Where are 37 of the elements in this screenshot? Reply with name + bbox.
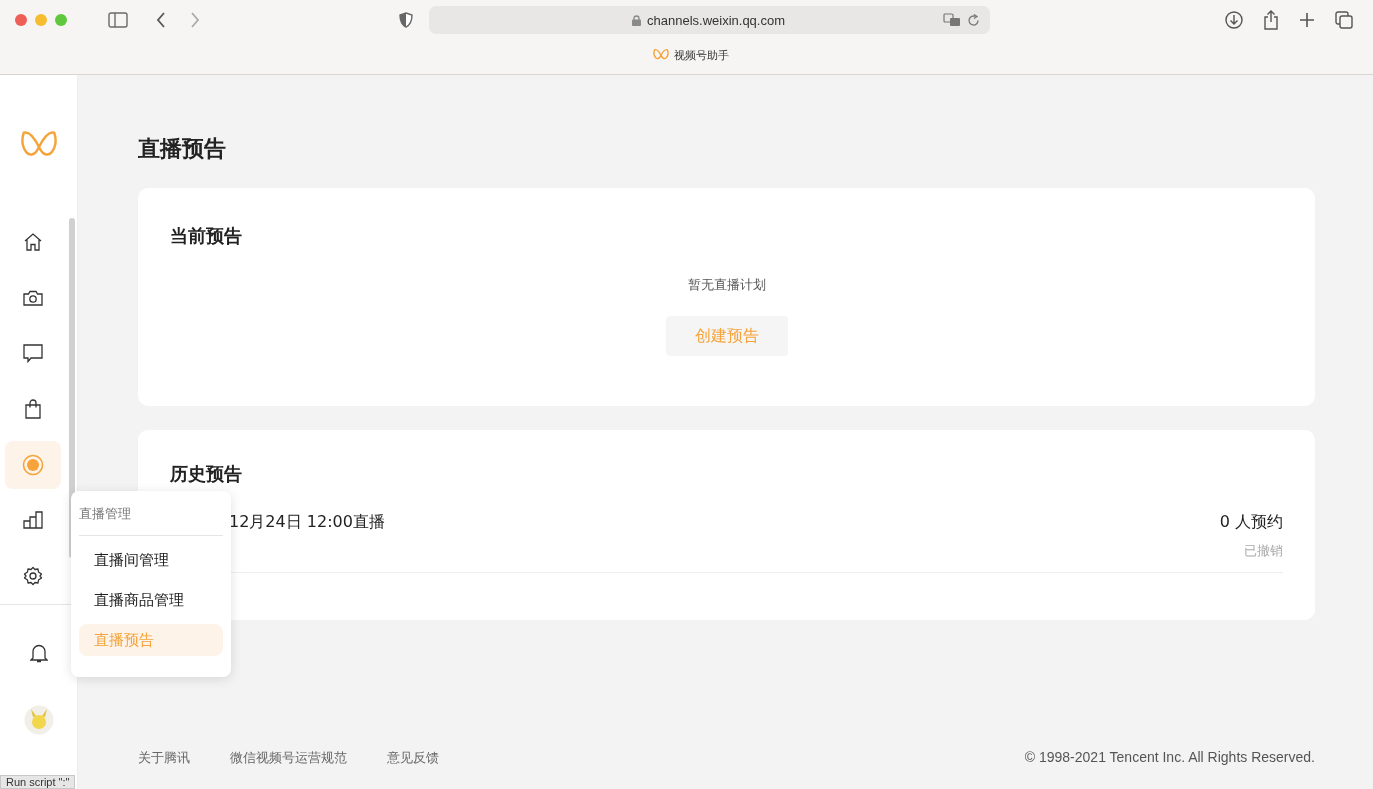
logo-icon [652, 48, 669, 62]
history-item-title: 12月24日 12:00直播 [229, 512, 385, 531]
bell-icon[interactable] [29, 643, 48, 663]
bag-icon [24, 399, 42, 419]
camera-icon [23, 288, 43, 307]
tabs-overview-icon[interactable] [1335, 11, 1353, 29]
share-icon[interactable] [1263, 10, 1279, 30]
translate-icon[interactable] [943, 13, 961, 27]
submenu-title: 直播管理 [79, 503, 223, 536]
live-icon [22, 453, 44, 476]
lock-icon [632, 14, 641, 26]
reservation-count: 0 人预约 [1219, 512, 1283, 533]
footer-link[interactable]: 关于腾讯 [138, 749, 190, 767]
home-icon [23, 231, 43, 252]
footer-link[interactable]: 意见反馈 [387, 749, 439, 767]
download-icon[interactable] [1225, 11, 1243, 29]
status-bar-text: Run script ":" [0, 775, 76, 789]
settings-icon [23, 566, 43, 587]
close-window-button[interactable] [15, 14, 27, 26]
plus-icon[interactable] [1299, 12, 1315, 28]
section-title: 当前预告 [170, 224, 242, 248]
empty-state-text: 暂无直播计划 [687, 276, 766, 294]
copyright-text: © 1998-2021 Tencent Inc. All Rights Reserved. [1024, 749, 1315, 767]
footer-link[interactable]: 微信视频号运营规范 [230, 749, 347, 767]
message-icon [23, 343, 43, 363]
bar-chart-icon [23, 511, 43, 530]
shield-icon[interactable] [399, 12, 413, 28]
sidebar-toggle-icon[interactable] [108, 12, 128, 28]
status-text: 已撤销 [1244, 542, 1283, 560]
page-title: 直播预告 [138, 135, 227, 163]
submenu-item[interactable]: 直播商品管理 [79, 584, 223, 616]
reload-icon[interactable] [967, 13, 980, 27]
browser-tab[interactable]: 视频号助手 [644, 47, 729, 63]
back-icon[interactable] [156, 12, 166, 28]
submenu-item[interactable]: 直播间管理 [79, 544, 223, 576]
address-bar[interactable]: channels.weixin.qq.com [429, 6, 990, 34]
section-title: 历史预告 [170, 462, 243, 486]
